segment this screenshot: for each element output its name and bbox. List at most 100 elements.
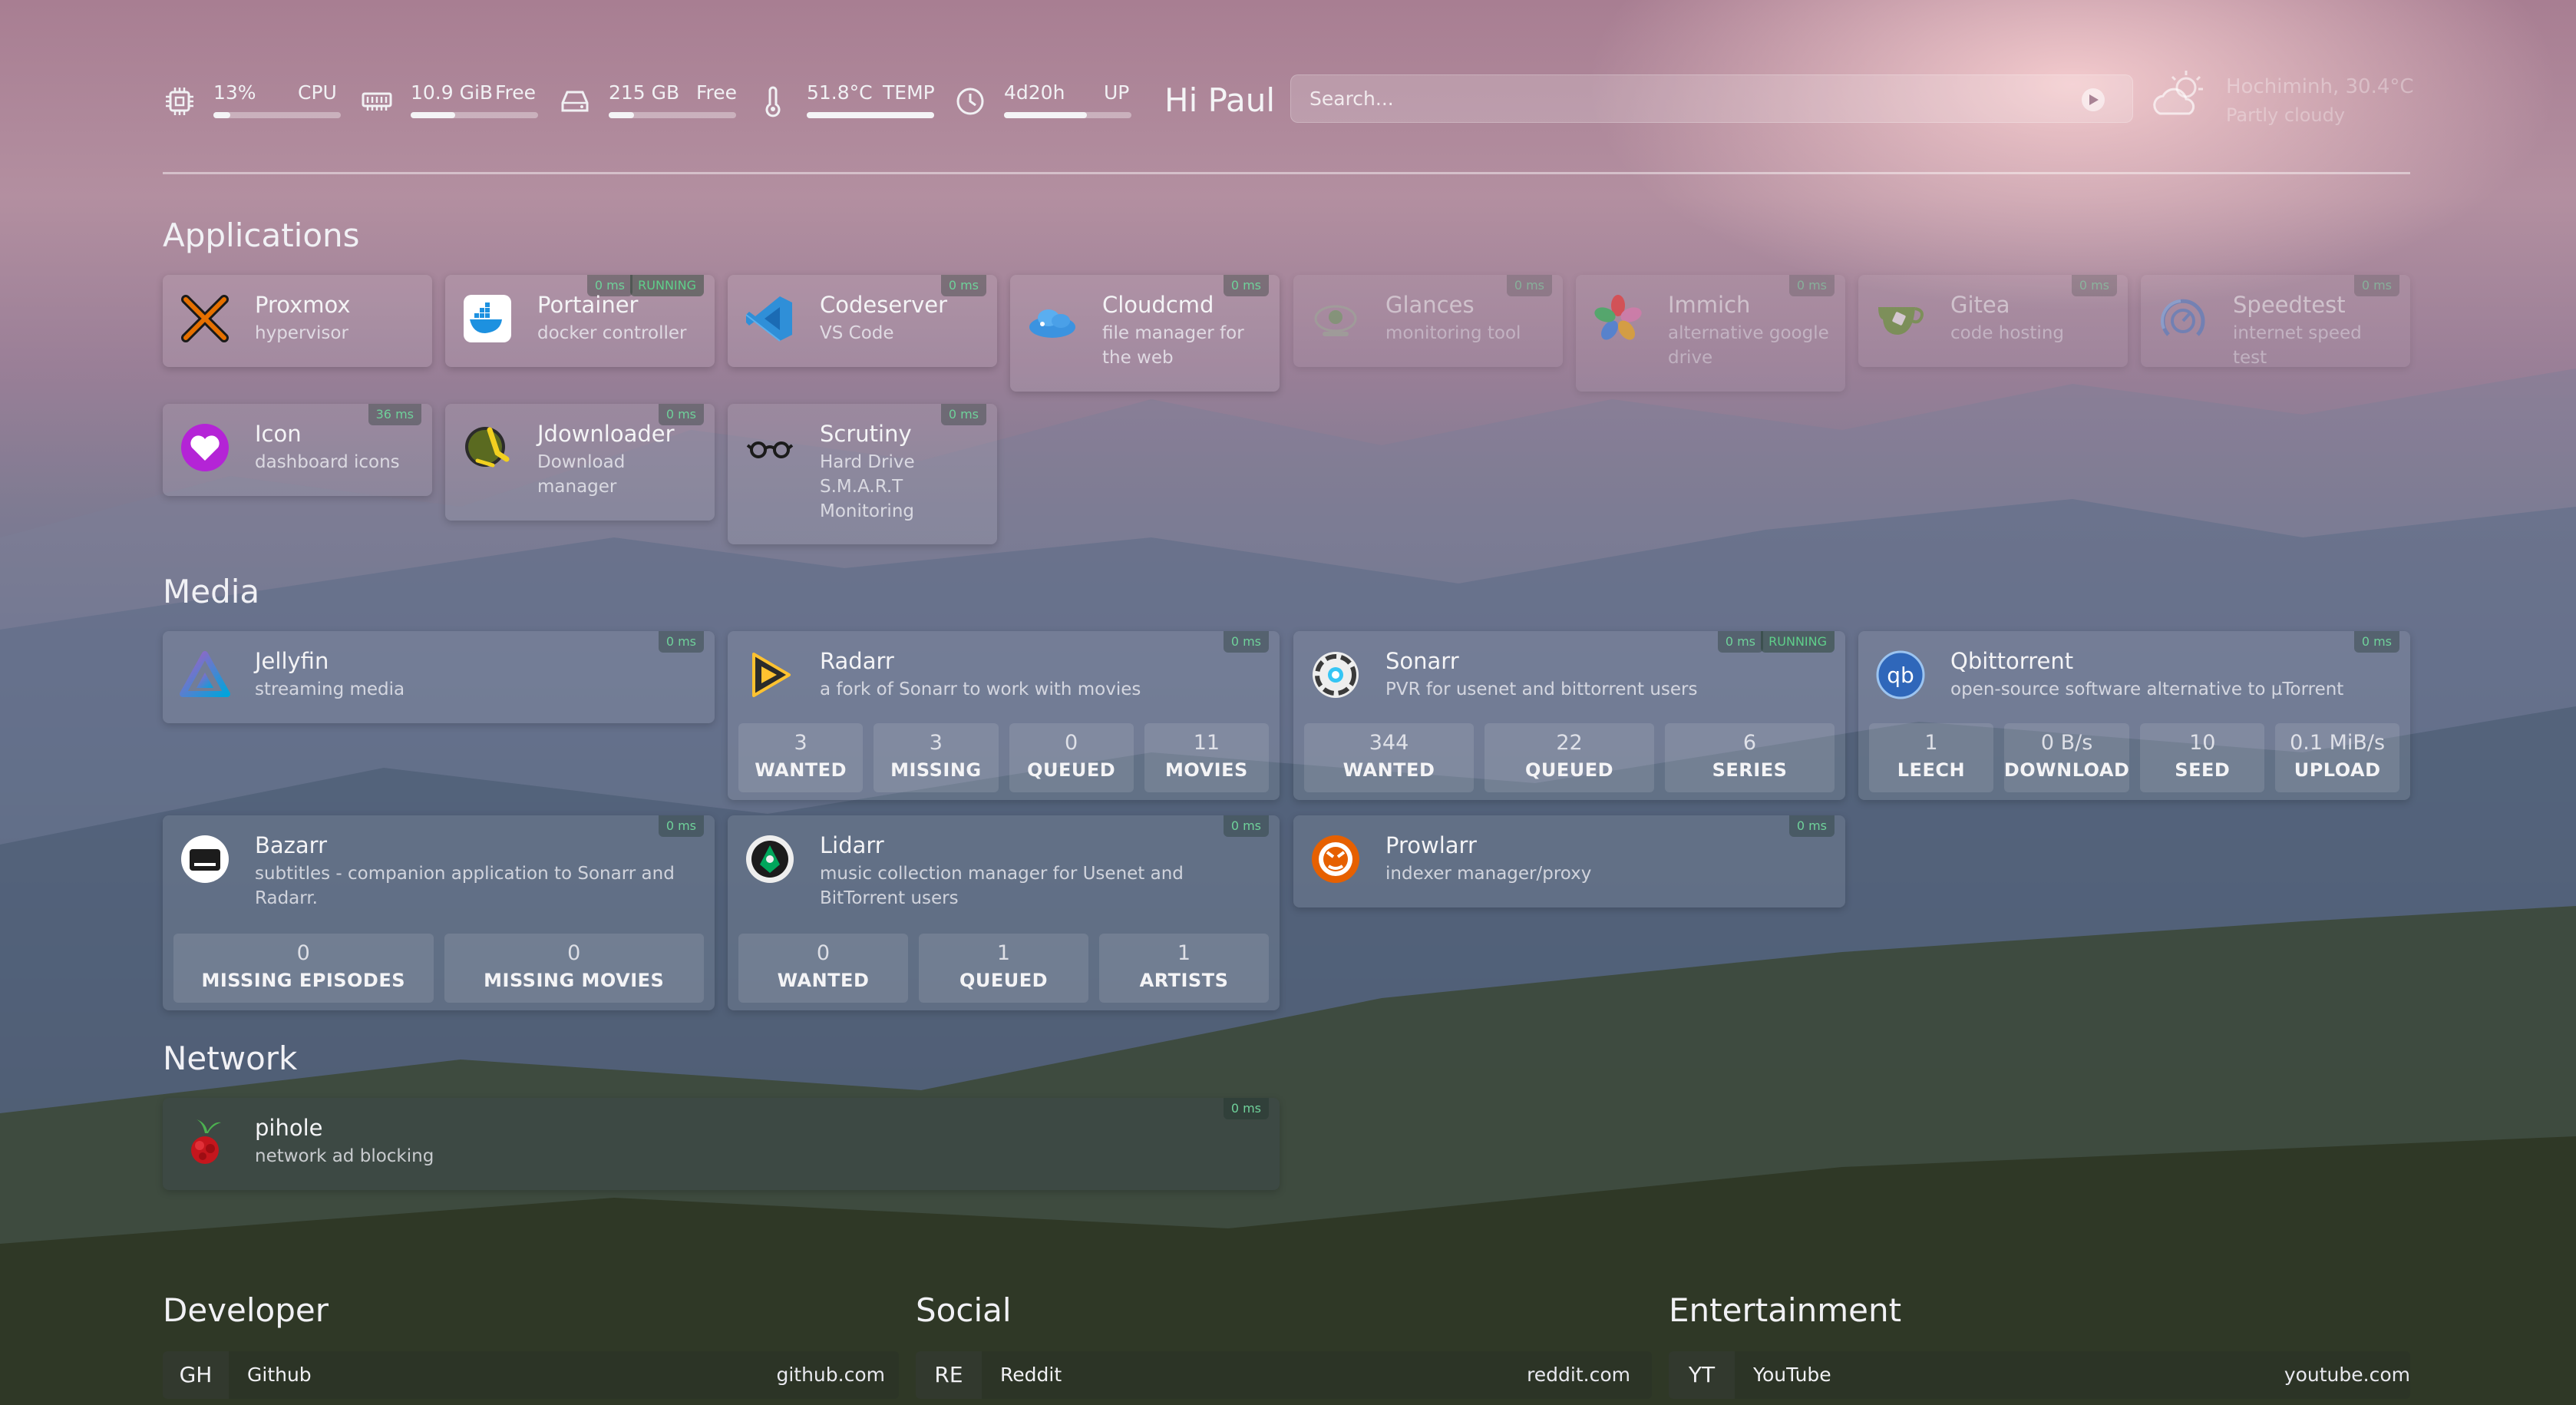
widget-missing-movies: 0 MISSING MOVIES [444,934,704,1003]
widget-queued: 0 QUEUED [1009,723,1134,792]
service-card-qbittorrent[interactable]: 0 ms qb Qbittorrent open-source software… [1858,631,2410,800]
service-desc: network ad blocking [255,1146,434,1166]
service-card-lidarr[interactable]: 0 ms Lidarr music collection manager for… [728,815,1280,1010]
bookmark-abbr: YT [1669,1351,1735,1399]
greeting: Hi Paul [1164,81,1276,119]
service-card-pihole[interactable]: 0 ms pihole network ad blocking [163,1098,1280,1190]
service-name: Lidarr [820,832,884,858]
bookmark-github[interactable]: GH Github github.com [163,1351,899,1399]
bookmark-url: youtube.com [2284,1364,2410,1386]
service-desc: indexer manager/proxy [1385,864,1592,884]
bookmark-youtube[interactable]: YT YouTube youtube.com [1669,1351,2410,1399]
clock-icon [956,88,984,115]
service-name: Qbittorrent [1950,648,2074,674]
service-card-gitea[interactable]: 0 ms Gitea code hosting [1858,275,2128,367]
jellyfin-icon [180,651,230,697]
ping-badge: 0 ms [1223,815,1269,837]
service-card-speedtest[interactable]: 0 ms Speedtest internet speed test [2141,275,2410,368]
service-card-cloudcmd[interactable]: 0 ms Cloudcmd file manager for the web [1010,275,1280,392]
service-card-sonarr[interactable]: 0 ms RUNNING Sonarr PVR for usenet and b… [1293,631,1845,800]
widget-series: 6 SERIES [1665,723,1835,792]
search-submit-icon[interactable] [2082,88,2105,111]
disk-stat: 215 GB Free [558,80,737,123]
service-name: Proxmox [255,292,351,318]
service-name: Scrutiny [820,421,912,447]
weather-condition: Partly cloudy [2226,104,2346,126]
service-desc: code hosting [1950,323,2064,343]
temp-bar [807,112,934,118]
radarr-icon [752,653,791,697]
ram-bar-fill [411,112,456,118]
service-card-immich[interactable]: 0 ms Immich alternative google drive [1576,275,1845,392]
svg-text:qb: qb [1887,663,1914,688]
service-card-codeserver[interactable]: 0 ms Codeserver VS Code [728,275,997,367]
cpu-label: CPU [298,81,337,104]
service-desc: monitoring tool [1385,323,1521,343]
service-card-jdownloader[interactable]: 0 ms Jdownloader Download manager [445,404,715,521]
section-title-network: Network [163,1040,298,1077]
temp-label: TEMP [883,81,935,104]
widget-leech: 1 LEECH [1869,723,1993,792]
widget-missing-episodes: 0 MISSING EPISODES [173,934,434,1003]
dashboard: 13% CPU 10.9 GiB Free 215 GB Free 51.8°C… [0,0,2576,1405]
service-card-icon[interactable]: 36 ms Icon dashboard icons [163,404,432,496]
sonarr-widgets: 344 WANTED 22 QUEUED 6 SERIES [1304,723,1835,792]
bookmark-group-title-entertainment: Entertainment [1669,1291,1902,1329]
ping-badge: 0 ms [1223,275,1269,296]
disk-icon [561,91,589,112]
ping-badge: 0 ms [2353,631,2399,653]
service-name: Sonarr [1385,648,1459,674]
bazarr-widgets: 0 MISSING EPISODES 0 MISSING MOVIES [173,934,704,1003]
jdownloader-icon [465,427,510,468]
service-card-bazarr[interactable]: 0 ms Bazarr subtitles - companion applic… [163,815,715,1010]
bookmark-name: YouTube [1753,1364,1831,1386]
widget-seed: 10 SEED [2140,723,2265,792]
ping-badge: 0 ms [2071,275,2117,296]
thermometer-icon [765,86,781,117]
ping-badge: 0 ms [1506,275,1552,296]
ping-badge: 0 ms [2353,275,2399,296]
service-card-prowlarr[interactable]: 0 ms Prowlarr indexer manager/proxy [1293,815,1845,907]
temp-value: 51.8°C [807,81,873,104]
weather-location: Hochiminh, 30.4°C [2226,75,2414,98]
widget-upload: 0.1 MiB/s UPLOAD [2275,723,2400,792]
service-card-scrutiny[interactable]: 0 ms Scrutiny Hard Drive S.M.A.R.T Monit… [728,404,997,544]
service-desc: dashboard icons [255,452,400,472]
bookmark-group-title-developer: Developer [163,1291,329,1329]
service-name: Gitea [1950,292,2010,318]
service-card-radarr[interactable]: 0 ms Radarr a fork of Sonarr to work wit… [728,631,1280,800]
service-desc: streaming media [255,679,405,699]
ping-badge: 0 ms [1788,815,1835,837]
service-desc: docker controller [537,323,687,343]
bookmark-reddit[interactable]: RE Reddit reddit.com [916,1351,1652,1399]
service-name: Codeserver [820,292,948,318]
widget-download: 0 B/s DOWNLOAD [2003,723,2130,792]
bookmark-name: Github [247,1364,312,1386]
service-name: Jdownloader [537,421,675,447]
service-desc: PVR for usenet and bittorrent users [1385,679,1698,699]
portainer-icon [464,295,511,342]
service-desc: hypervisor [255,323,348,343]
widget-wanted: 0 WANTED [738,934,908,1003]
bookmark-name: Reddit [1000,1364,1062,1386]
ram-bar [411,112,538,118]
service-name: Prowlarr [1385,832,1477,858]
glances-icon [1314,305,1357,336]
bazarr-icon [181,835,229,883]
ram-label: Free [495,81,537,104]
bookmark-url: reddit.com [1527,1364,1630,1386]
widget-missing: 3 MISSING [874,723,999,792]
qbittorrent-widgets: 1 LEECH 0 B/s DOWNLOAD 10 SEED 0.1 MiB/s UPL… [1869,723,2400,792]
service-card-proxmox[interactable]: Proxmox hypervisor [163,275,432,367]
service-desc: Hard Drive S.M.A.R.T Monitoring [820,452,915,521]
glasses-icon [746,441,794,458]
widget-queued: 22 QUEUED [1485,723,1654,792]
service-card-jellyfin[interactable]: 0 ms Jellyfin streaming media [163,631,715,723]
search-input[interactable] [1290,74,2133,123]
bookmark-group-title-social: Social [916,1291,1012,1329]
pihole-icon [191,1119,221,1164]
ram-stat: 10.9 GiB Free [360,80,538,123]
service-card-portainer[interactable]: 0 ms RUNNING Portainer docker controller [445,275,715,367]
service-card-glances[interactable]: 0 ms Glances monitoring tool [1293,275,1563,367]
qbittorrent-icon: qb [1876,650,1925,699]
